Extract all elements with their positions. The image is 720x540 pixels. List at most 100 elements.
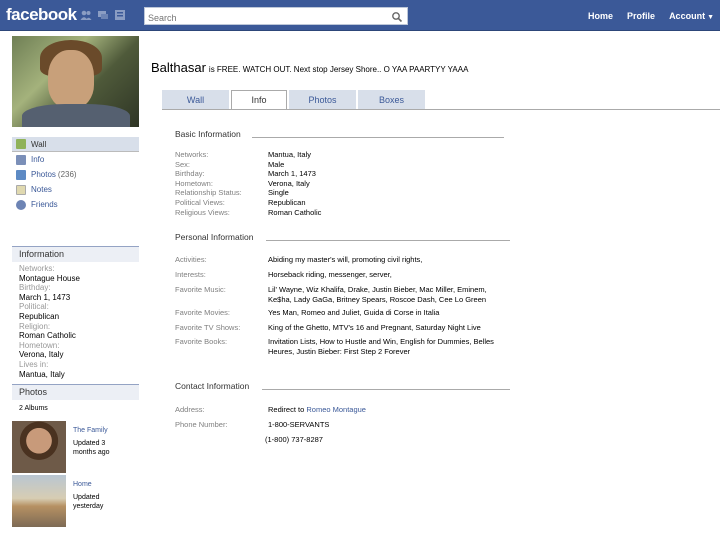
sidebar-item-friends[interactable]: Friends — [12, 197, 139, 212]
personal-value-line: Ke$ha, Lady GaGa, Britney Spears, Roscoe… — [268, 294, 487, 304]
personal-value-line: Abiding my master's will, promoting civi… — [268, 255, 423, 264]
profile-name[interactable]: Balthasar — [151, 60, 206, 75]
personal-value-line: Yes Man, Romeo and Juliet, Guida di Cors… — [268, 308, 440, 317]
basic-value: Male — [268, 159, 285, 169]
phone-value: 1-800-SERVANTS — [268, 420, 330, 429]
info-value: Republican — [19, 311, 60, 321]
personal-label: Favorite Books: — [175, 337, 228, 346]
personal-label: Favorite Music: — [175, 285, 226, 294]
personal-information-title: Personal Information — [175, 232, 254, 242]
section-divider — [252, 137, 504, 138]
info-value: Roman Catholic — [19, 331, 76, 341]
profile-picture[interactable] — [12, 36, 139, 127]
tab-info[interactable]: Info — [231, 90, 287, 110]
sidebar-item-notes[interactable]: Notes — [12, 182, 139, 197]
chevron-down-icon: ▼ — [707, 14, 714, 21]
personal-value-line: Heures, Justin Bieber: First Step 2 Fore… — [268, 346, 411, 356]
basic-label: Networks: — [175, 150, 209, 159]
info-label: Religion: — [19, 321, 51, 331]
wall-icon — [16, 139, 26, 149]
basic-label: Sex: — [175, 159, 191, 169]
sidebar-item-label: Wall — [31, 139, 47, 149]
album-item[interactable]: The Family Updated 3 months ago — [12, 421, 139, 473]
album-title[interactable]: The Family — [73, 427, 108, 434]
sidebar-item-label: Friends — [31, 200, 58, 209]
personal-value-line: Lil' Wayne, Wiz Khalifa, Drake, Justin B… — [268, 285, 487, 294]
sidebar-item-photos[interactable]: Photos (236) — [12, 167, 139, 182]
basic-value: March 1, 1473 — [268, 169, 316, 179]
sidebar-item-wall[interactable]: Wall — [12, 137, 139, 152]
album-title[interactable]: Home — [73, 481, 92, 488]
basic-value[interactable]: Mantua, Italy — [268, 150, 311, 160]
basic-value: Republican — [268, 198, 306, 207]
profile-link[interactable]: Profile — [627, 11, 655, 21]
personal-label: Favorite TV Shows: — [175, 323, 241, 332]
personal-value: Invitation Lists, How to Hustle and Win,… — [268, 337, 494, 357]
notification-jewels — [80, 9, 126, 21]
section-divider — [262, 389, 510, 390]
personal-label: Activities: — [175, 255, 207, 264]
sidebar-item-info[interactable]: Info — [12, 152, 139, 167]
address-prefix: Redirect to — [268, 405, 307, 414]
album-updated: Updated 3 months ago — [73, 440, 110, 456]
info-value: Mantua, Italy — [19, 369, 65, 379]
profile-picture-face — [48, 50, 94, 108]
sidebar-item-label: Notes — [31, 185, 52, 194]
basic-label: Hometown: — [175, 178, 213, 188]
search-input[interactable] — [145, 10, 381, 26]
status-text: is FREE. WATCH OUT. Next stop Jersey Sho… — [208, 65, 469, 74]
search-box — [144, 7, 408, 26]
tab-photos[interactable]: Photos — [289, 90, 356, 110]
personal-value-line: King of the Ghetto, MTV's 16 and Pregnan… — [268, 323, 481, 332]
facebook-logo[interactable]: facebook — [6, 5, 77, 25]
basic-label: Religious Views: — [175, 207, 230, 217]
messages-icon[interactable] — [97, 9, 109, 21]
sidebar-item-label: Photos — [31, 170, 56, 179]
sidebar-item-label: Info — [31, 155, 45, 164]
top-nav: Home Profile Account ▼ — [588, 11, 714, 21]
info-value: Montague House — [19, 273, 80, 283]
account-menu[interactable]: Account ▼ — [669, 11, 714, 21]
address-label: Address: — [175, 405, 205, 414]
personal-label: Interests: — [175, 270, 206, 279]
album-thumbnail[interactable] — [12, 475, 66, 527]
phone-value-alt: (1-800) 737-8287 — [265, 435, 323, 444]
basic-label: Political Views: — [175, 198, 225, 207]
section-divider — [266, 240, 510, 241]
info-label: Hometown: — [19, 340, 60, 350]
information-box-title: Information — [12, 246, 139, 262]
album-thumbnail[interactable] — [12, 421, 66, 473]
personal-value: Yes Man, Romeo and Juliet, Guida di Cors… — [268, 308, 439, 318]
friend-requests-icon[interactable] — [80, 9, 92, 21]
basic-label: Birthday: — [175, 169, 205, 179]
phone-label: Phone Number: — [175, 420, 228, 429]
basic-information-title: Basic Information — [175, 129, 241, 139]
personal-value-line: Horseback riding, messenger, server, — [268, 270, 392, 279]
tab-wall[interactable]: Wall — [162, 90, 229, 110]
basic-value: Roman Catholic — [268, 207, 322, 217]
profile-header: Balthasar is FREE. WATCH OUT. Next stop J… — [151, 60, 468, 75]
personal-value: Horseback riding, messenger, server, — [268, 270, 392, 280]
home-link[interactable]: Home — [588, 11, 613, 21]
album-item[interactable]: Home Updated yesterday — [12, 475, 139, 527]
personal-value: King of the Ghetto, MTV's 16 and Pregnan… — [268, 323, 481, 333]
albums-count[interactable]: 2 Albums — [12, 405, 139, 412]
basic-value: Single — [268, 188, 289, 198]
contact-information-title: Contact Information — [175, 381, 250, 391]
basic-value: Verona, Italy — [268, 178, 310, 188]
profile-tabs: Wall Info Photos Boxes — [162, 90, 427, 110]
info-icon — [16, 154, 26, 165]
top-bar: facebook Home Profile Account▼ — [0, 0, 720, 31]
photos-box-title[interactable]: Photos — [12, 384, 139, 400]
photo-count: (236) — [57, 170, 77, 179]
tab-boxes[interactable]: Boxes — [358, 90, 425, 110]
photos-icon — [16, 169, 26, 180]
search-icon[interactable] — [391, 10, 403, 23]
info-value: Verona, Italy — [19, 350, 64, 360]
album-updated: Updated yesterday — [73, 494, 104, 510]
profile-picture-shirt — [22, 104, 130, 127]
romeo-montague-link[interactable]: Romeo Montague — [306, 405, 366, 414]
notifications-icon[interactable] — [114, 9, 126, 21]
info-label: Lives in: — [19, 359, 49, 369]
basic-label: Relationship Status: — [175, 188, 242, 198]
